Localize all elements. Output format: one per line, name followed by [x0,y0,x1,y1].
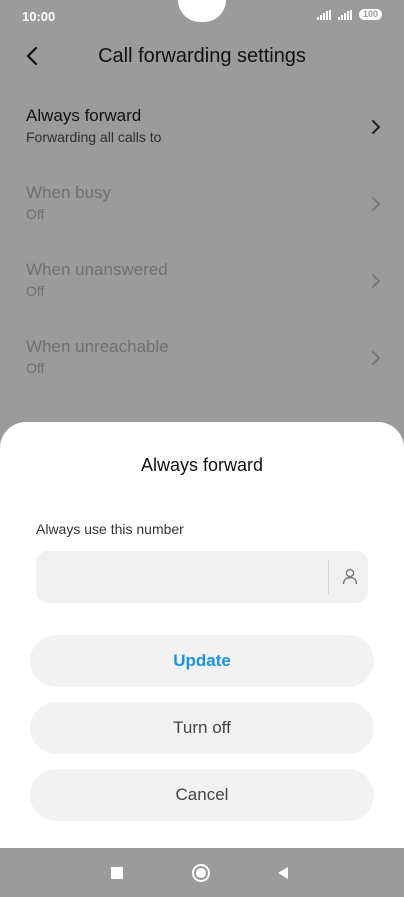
status-time: 10:00 [22,9,56,24]
back-triangle-icon[interactable] [277,866,289,880]
item-sub: Off [26,206,45,222]
signal-icon [337,9,354,20]
contact-picker-icon[interactable] [341,567,359,585]
chevron-right-icon [372,351,380,365]
camera-notch [178,0,226,22]
list-item-when-unreachable[interactable]: When unreachable Off [26,337,386,397]
battery-icon: 100 [358,9,382,20]
item-label: When unanswered [26,260,168,279]
item-sub: Off [26,360,45,376]
field-divider [328,560,329,594]
signal-icon [316,9,333,20]
chevron-right-icon [372,197,380,211]
dialog-title: Always forward [140,455,264,475]
chevron-right-icon [372,120,380,134]
item-sub: Forwarding all calls to [26,129,162,145]
always-forward-dialog: Always forward Always use this number Up… [0,422,404,848]
list-item-when-busy[interactable]: When busy Off [26,183,386,243]
home-icon[interactable] [192,864,210,882]
item-label: When unreachable [26,337,169,356]
number-field-label: Always use this number [36,521,184,537]
chevron-right-icon [372,274,380,288]
recents-icon[interactable] [111,867,123,879]
phone-screen: 10:00 100 Call forwarding settings Alway… [0,0,404,897]
update-button[interactable]: Update [30,635,374,687]
turn-off-button[interactable]: Turn off [30,702,374,754]
page-title: Call forwarding settings [98,45,306,67]
item-label: Always forward [26,106,142,125]
item-sub: Off [26,283,45,299]
list-item-always-forward[interactable]: Always forward Forwarding all calls to [26,106,386,166]
status-bar: 10:00 100 [0,0,404,34]
phone-number-input[interactable] [48,561,322,595]
item-label: When busy [26,183,112,202]
cancel-button[interactable]: Cancel [30,769,374,821]
navigation-bar [0,848,404,897]
list-item-when-unanswered[interactable]: When unanswered Off [26,260,386,320]
number-field [36,551,368,603]
status-icons: 100 [316,9,382,20]
